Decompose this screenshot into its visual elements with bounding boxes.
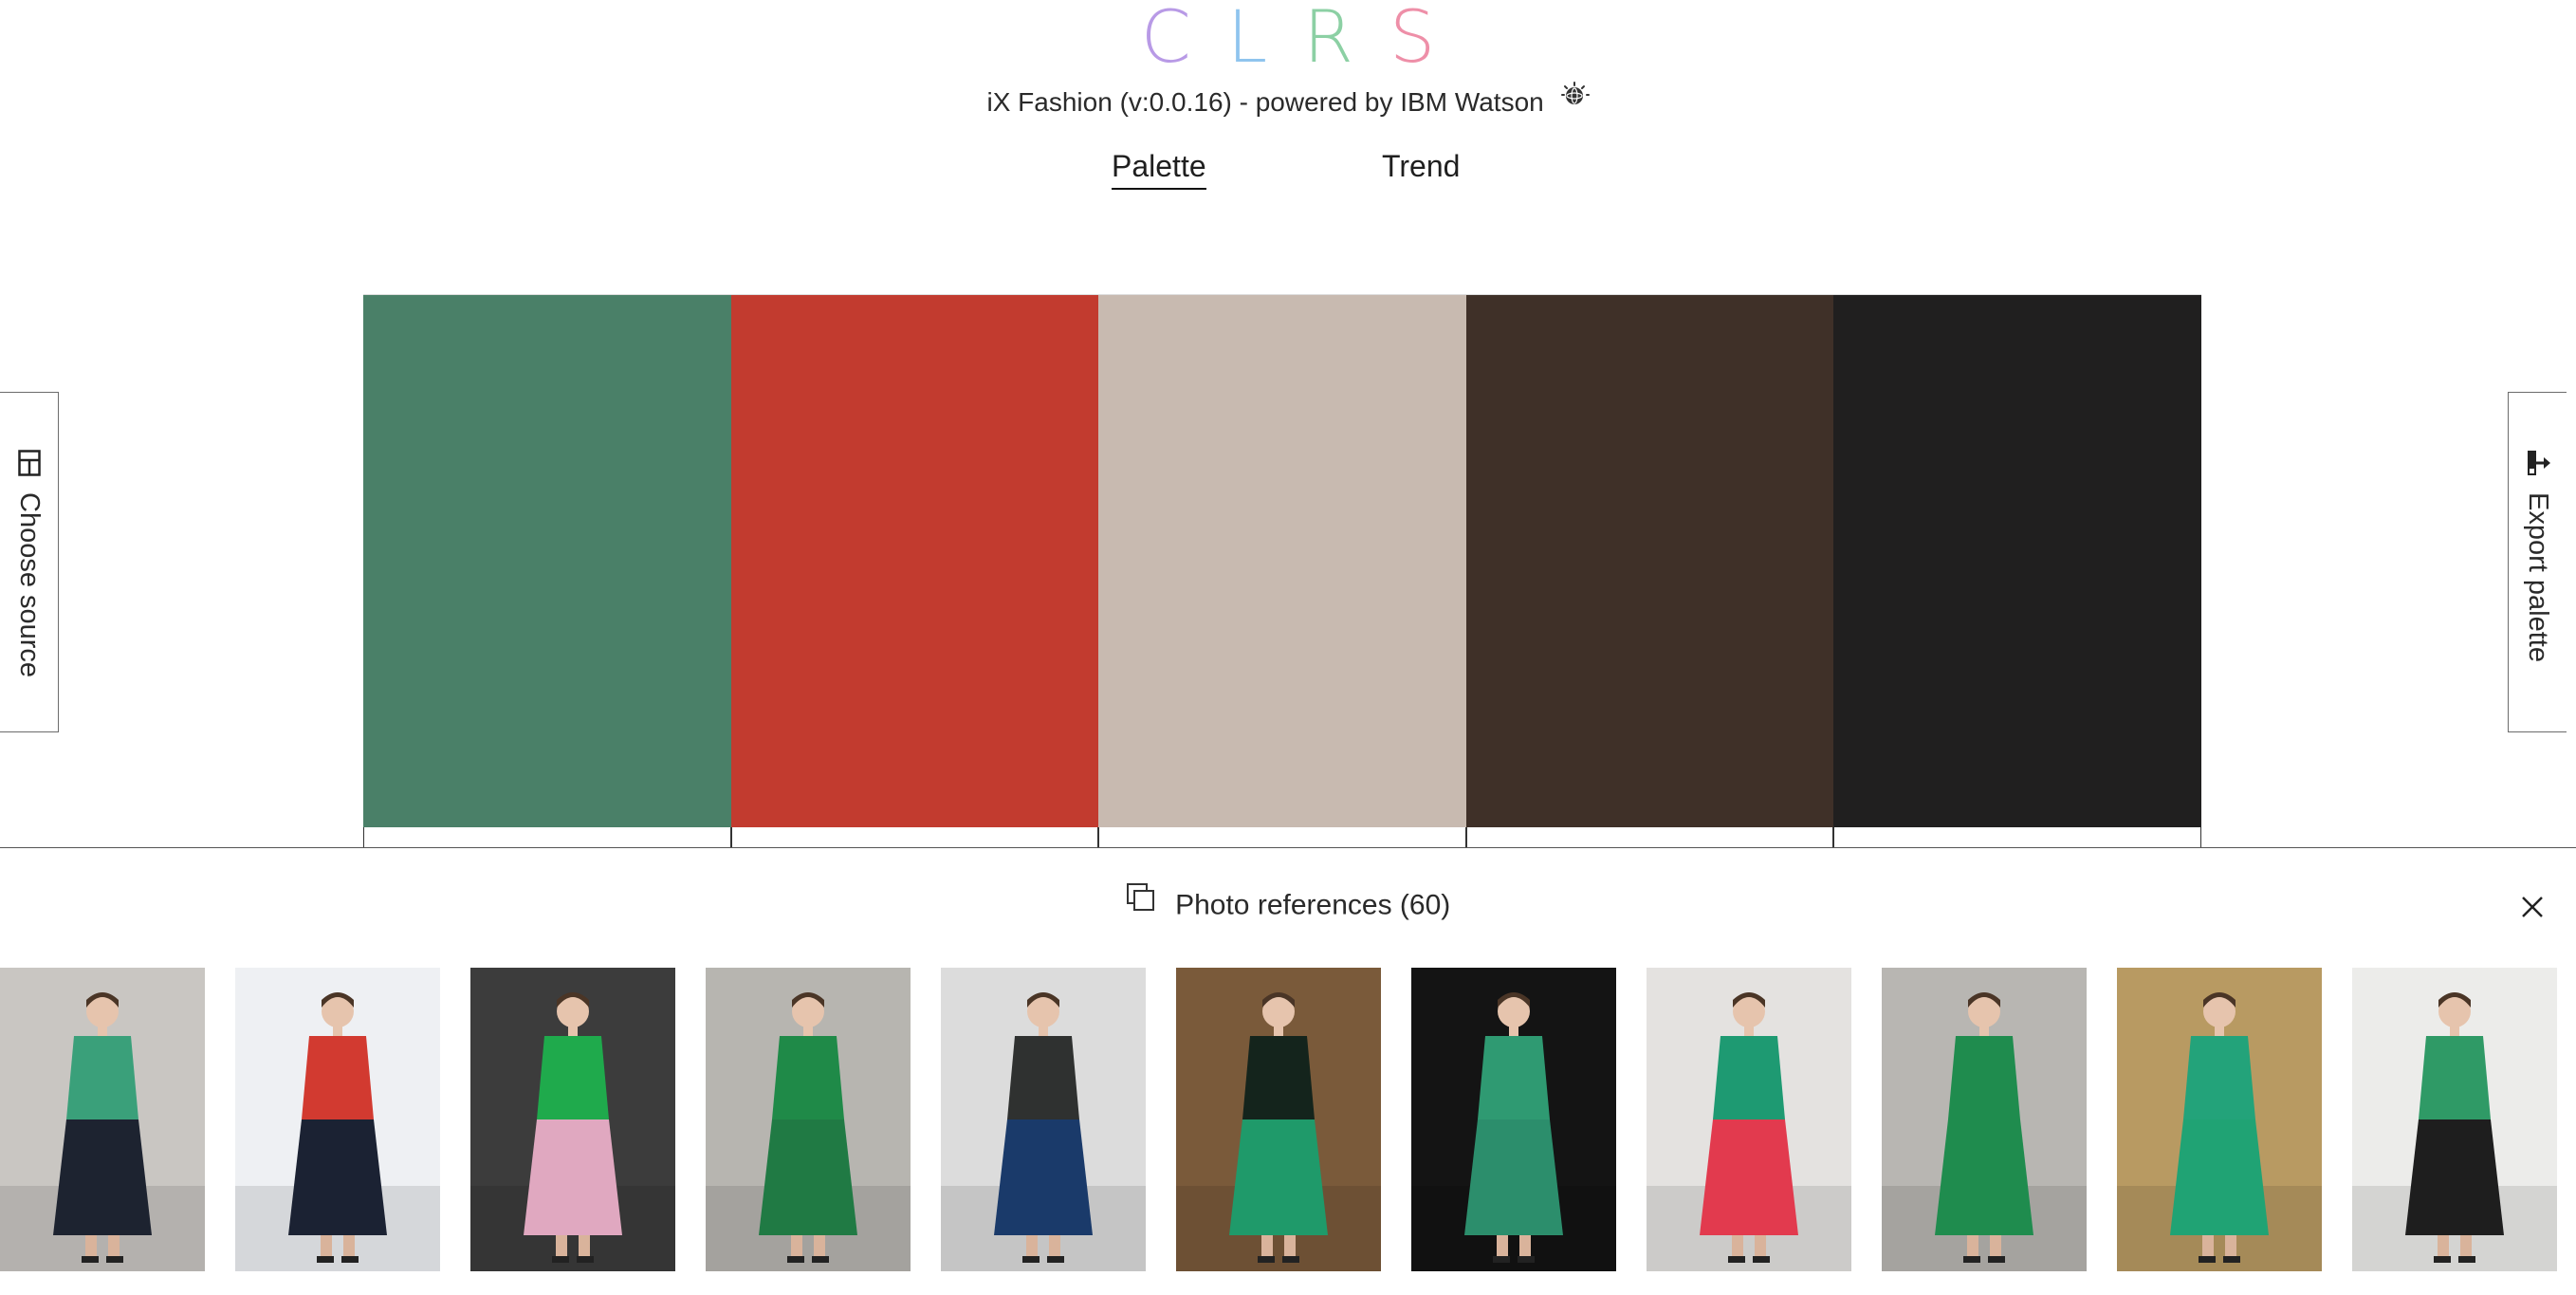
- tab-trend[interactable]: Trend: [1382, 144, 1460, 188]
- photo-thumbnail[interactable]: [706, 968, 911, 1271]
- choose-source-label: Choose source: [14, 492, 45, 678]
- photo-thumbnail[interactable]: [1176, 968, 1381, 1271]
- app-logo: CLRS: [0, 0, 2576, 74]
- photo-thumbnail[interactable]: [1647, 968, 1851, 1271]
- app-subtitle: iX Fashion (v:0.0.16) - powered by IBM W…: [0, 81, 2576, 123]
- palette-swatch[interactable]: [730, 295, 1099, 850]
- close-icon: [2522, 897, 2543, 917]
- palette-swatch[interactable]: [363, 295, 731, 850]
- palette-swatch[interactable]: [1833, 295, 2201, 850]
- photo-references-header: Photo references (60): [0, 883, 2576, 927]
- photo-thumbnail[interactable]: [470, 968, 675, 1271]
- logo-letter: R: [1303, 0, 1389, 79]
- photo-thumbnail[interactable]: [235, 968, 440, 1271]
- logo-letter: L: [1226, 0, 1304, 79]
- color-palette: [363, 294, 2201, 850]
- main-tabs: Palette Trend: [0, 144, 2576, 190]
- watson-icon: [1560, 81, 1590, 120]
- source-icon: [18, 450, 41, 476]
- export-palette-label: Export palette: [2523, 492, 2553, 662]
- palette-swatch[interactable]: [1465, 295, 1834, 850]
- export-icon: [2527, 450, 2550, 476]
- photo-thumbnail-strip: [0, 968, 2576, 1271]
- export-palette-button[interactable]: Export palette: [2508, 392, 2567, 732]
- photo-thumbnail[interactable]: [0, 968, 205, 1271]
- copy-icon: [1126, 882, 1156, 923]
- photo-thumbnail[interactable]: [2352, 968, 2557, 1271]
- logo-letter: S: [1389, 0, 1472, 79]
- logo-letter: C: [1140, 0, 1227, 79]
- photo-thumbnail[interactable]: [2117, 968, 2322, 1271]
- subtitle-text: iX Fashion (v:0.0.16) - powered by IBM W…: [986, 87, 1544, 117]
- choose-source-button[interactable]: Choose source: [0, 392, 59, 732]
- photo-thumbnail[interactable]: [941, 968, 1146, 1271]
- photo-references-title: Photo references (60): [1175, 889, 1451, 921]
- photo-references-panel: Photo references (60): [0, 847, 2576, 1295]
- close-panel-button[interactable]: [2517, 892, 2548, 922]
- photo-thumbnail[interactable]: [1882, 968, 2087, 1271]
- palette-swatch[interactable]: [1098, 295, 1466, 850]
- tab-palette[interactable]: Palette: [1112, 144, 1206, 190]
- photo-thumbnail[interactable]: [1411, 968, 1616, 1271]
